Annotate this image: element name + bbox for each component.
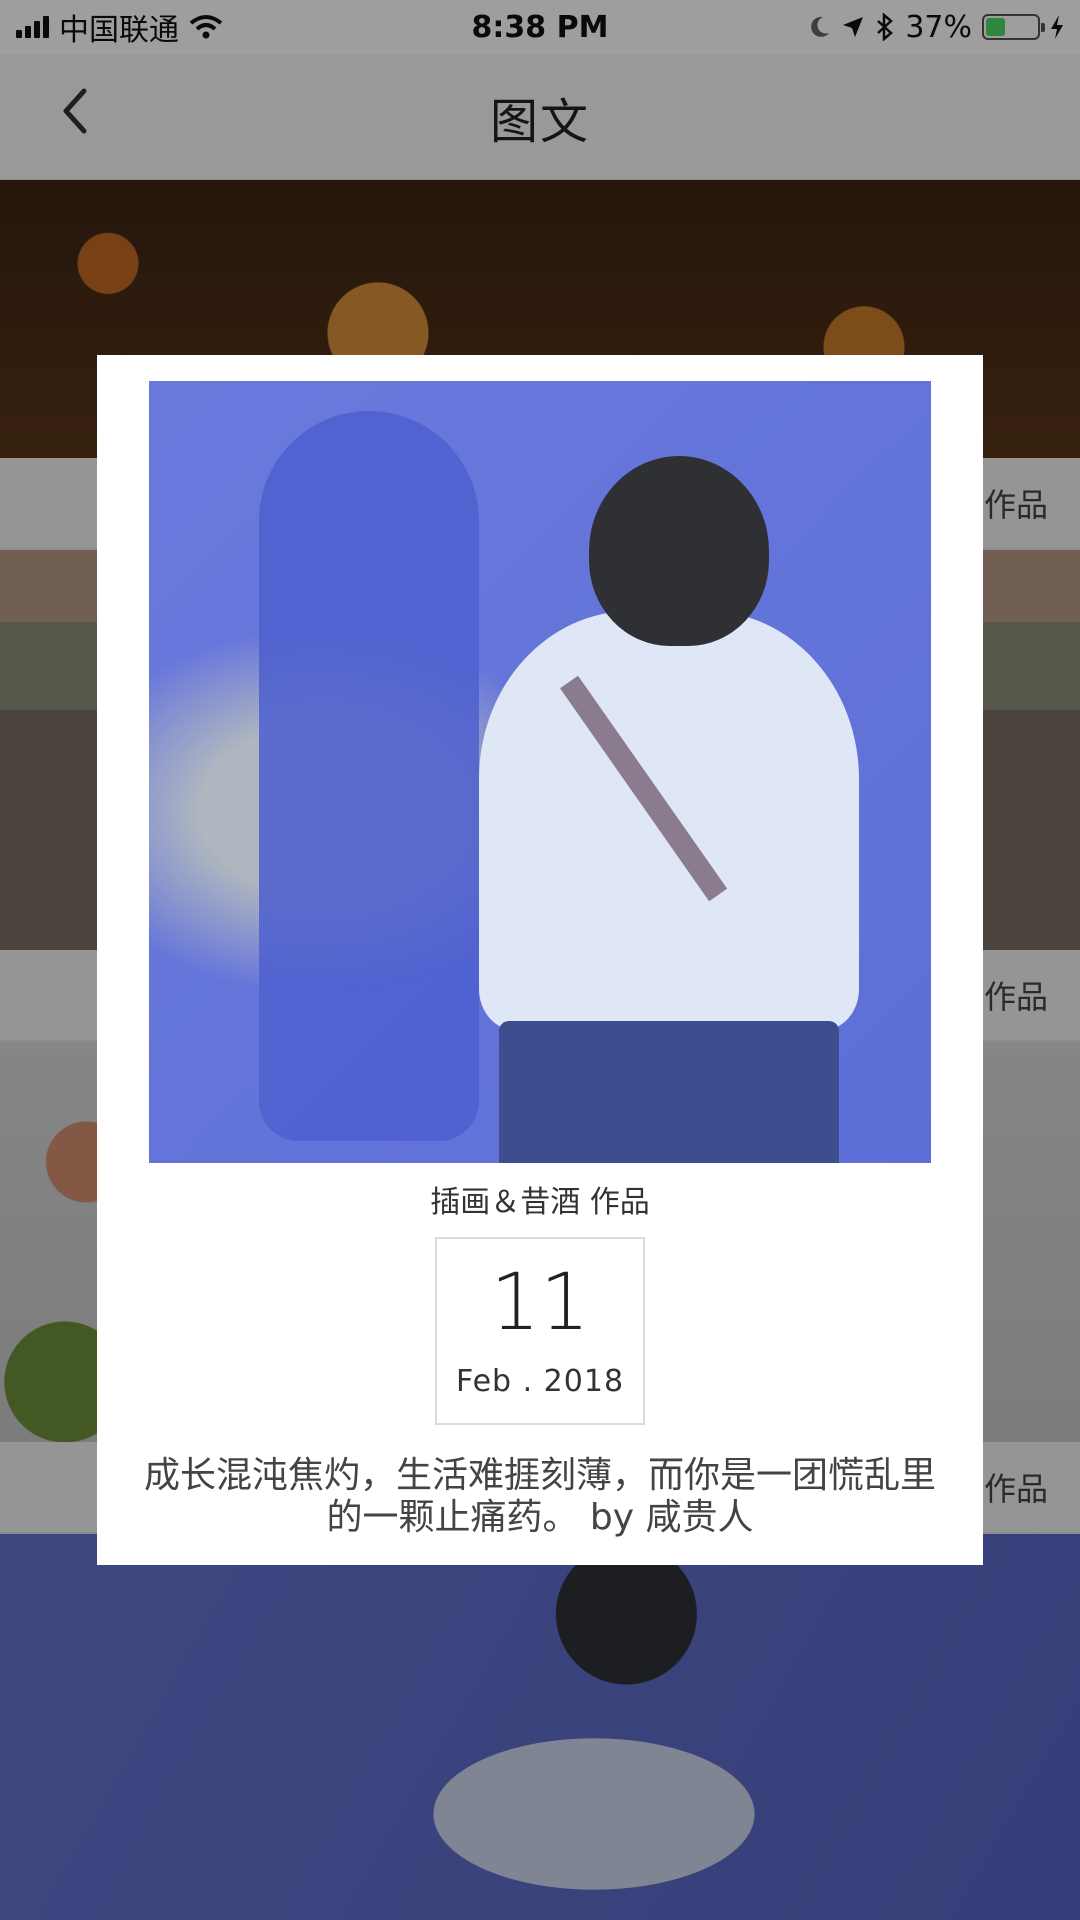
shadow-figure bbox=[259, 411, 479, 1141]
date-box: 11 Feb . 2018 bbox=[435, 1237, 645, 1425]
date-day: 11 bbox=[490, 1257, 590, 1348]
status-dim-overlay bbox=[0, 0, 1080, 54]
modal-illustration[interactable] bbox=[149, 381, 931, 1163]
quote-text: 成长混沌焦灼，生活难捱刻薄，而你是一团慌乱里的一颗止痛药。 by 咸贵人 bbox=[143, 1455, 936, 1538]
screen: 中国联通 8:38 PM 37% 图文 作品 作品 作品 插画＆昔酒 作品 11… bbox=[0, 0, 1080, 1920]
author-credit: 插画＆昔酒 作品 bbox=[430, 1185, 650, 1220]
detail-modal[interactable]: 插画＆昔酒 作品 11 Feb . 2018 成长混沌焦灼，生活难捱刻薄，而你是… bbox=[97, 355, 983, 1565]
date-month-year: Feb . 2018 bbox=[455, 1363, 625, 1399]
girl-hair bbox=[589, 456, 769, 646]
girl-skirt bbox=[499, 1021, 839, 1163]
